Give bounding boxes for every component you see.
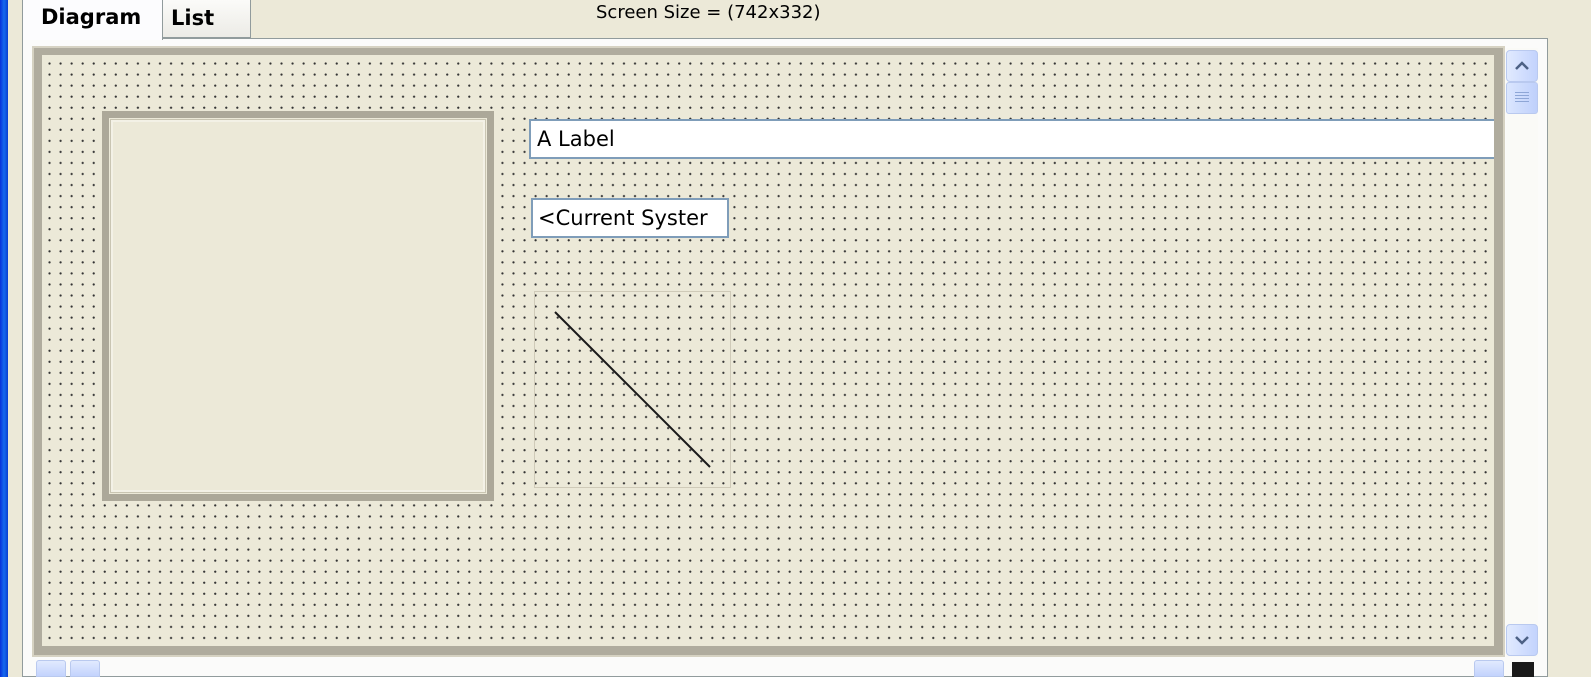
arrow-down-icon [1515, 636, 1529, 645]
panel-widget-inner-border [110, 119, 486, 493]
grip-icon [1515, 92, 1529, 104]
window-left-edge [0, 0, 8, 677]
scroll-down-button[interactable] [1506, 624, 1538, 656]
designer-window: List Diagram Screen Size = (742x332) A L… [0, 0, 1591, 677]
line-shape [554, 311, 711, 468]
vertical-scrollbar[interactable] [1506, 48, 1538, 657]
tab-diagram[interactable]: Diagram [22, 0, 163, 40]
design-canvas[interactable]: A Label <Current Syster [42, 55, 1494, 646]
line-widget[interactable] [534, 291, 731, 488]
label-widget[interactable]: A Label [529, 119, 1494, 159]
arrow-up-icon [1515, 61, 1529, 70]
panel-widget[interactable] [102, 111, 494, 501]
scroll-left-button[interactable] [36, 660, 66, 677]
scroll-up-button[interactable] [1506, 50, 1538, 82]
tab-list[interactable]: List [163, 0, 251, 38]
scroll-thumb-horizontal[interactable] [70, 660, 100, 677]
scroll-right-button[interactable] [1474, 660, 1504, 677]
text-field-widget[interactable]: <Current Syster [531, 198, 729, 238]
screen-size-label: Screen Size = (742x332) [596, 2, 821, 23]
scroll-thumb[interactable] [1506, 82, 1538, 114]
scrollbar-corner [1512, 662, 1534, 677]
